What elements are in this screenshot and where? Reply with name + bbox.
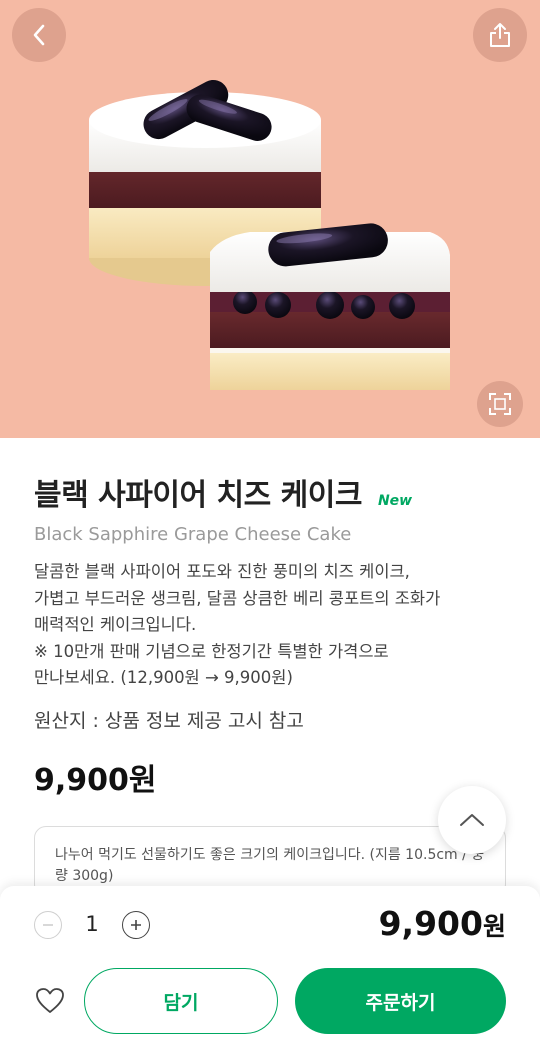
wishlist-button[interactable] [34, 985, 66, 1017]
chevron-up-icon [460, 814, 484, 826]
product-name-en: Black Sapphire Grape Cheese Cake [34, 524, 352, 545]
title-row: 블랙 사파이어 치즈 케이크 New [34, 470, 514, 514]
product-description: 달콤한 블랙 사파이어 포도와 진한 풍미의 치즈 케이크, 가볍고 부드러운 … [34, 559, 514, 692]
share-icon [490, 23, 510, 47]
plus-icon [131, 920, 141, 930]
description-line: 가볍고 부드러운 생크림, 달콤 상큼한 베리 콩포트의 조화가 [34, 588, 441, 608]
back-button[interactable] [12, 8, 66, 62]
expand-icon [489, 393, 511, 415]
quantity-value: 1 [85, 912, 99, 936]
product-image [89, 79, 450, 390]
origin-info: 원산지 : 상품 정보 제공 고시 참고 [34, 709, 304, 732]
description-line: ※ 10만개 판매 기념으로 한정기간 특별한 가격으로 [34, 641, 389, 661]
order-button[interactable]: 주문하기 [295, 968, 506, 1034]
share-button[interactable] [473, 8, 527, 62]
total-price: 9,900원 [379, 904, 506, 943]
zoom-image-button[interactable] [477, 381, 523, 427]
product-info: 블랙 사파이어 치즈 케이크 New Black Sapphire Grape … [34, 470, 514, 799]
product-name-ko: 블랙 사파이어 치즈 케이크 [34, 478, 362, 513]
quantity-increase-button[interactable] [122, 911, 150, 939]
add-to-cart-button[interactable]: 담기 [84, 968, 278, 1034]
scroll-top-button[interactable] [438, 786, 506, 854]
total-price-number: 9,900 [378, 904, 483, 943]
description-line: 만나보세요. (12,900원 → 9,900원) [34, 668, 293, 687]
total-price-unit: 원 [482, 912, 506, 941]
chevron-left-icon [33, 24, 45, 46]
heart-icon [36, 988, 64, 1013]
quantity-decrease-button[interactable] [34, 911, 62, 939]
product-hero [0, 0, 540, 438]
product-price: 9,900원 [34, 762, 157, 798]
new-badge: New [377, 493, 413, 509]
minus-icon [43, 924, 53, 926]
description-line: 매력적인 케이크입니다. [34, 615, 197, 634]
description-line: 달콤한 블랙 사파이어 포도와 진한 풍미의 치즈 케이크, [34, 562, 410, 581]
